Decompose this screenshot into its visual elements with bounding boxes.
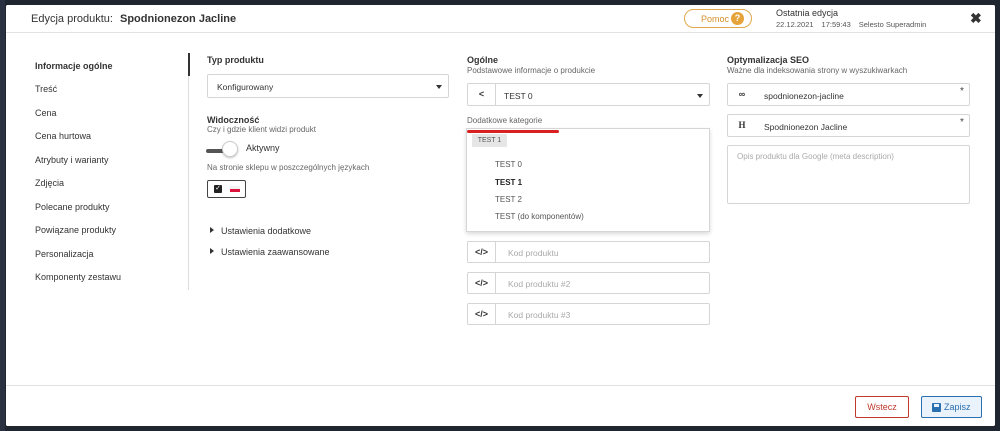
code-icon: </> [468,242,496,262]
last-edit-user: Selesto Superadmin [858,20,927,29]
category-option-selected[interactable]: TEST 1 [495,178,522,187]
last-edit-time: 17:59:43 [821,20,851,29]
seo-title-value: Spodnionezon Jacline [764,122,848,132]
save-button[interactable]: Zapisz [921,396,982,418]
selected-category-tag[interactable]: TEST 1 [472,134,507,147]
product-edit-modal: Edycja produktu: Spodnionezon Jacline Po… [6,5,995,426]
required-asterisk-icon: * [960,86,964,97]
meta-description-placeholder: Opis produktu dla Google (meta descripti… [737,152,894,161]
expand-arrow-icon [210,227,214,233]
link-icon: ∞ [738,89,746,99]
language-pl-toggle[interactable]: ✓ [207,180,246,198]
last-edit-details: 22.12.2021 17:59:43 Selesto Superadmin [776,20,934,29]
code-icon: </> [468,273,496,293]
product-code-3-placeholder: Kod produktu #3 [508,310,571,320]
sidebar-item-content[interactable]: Treść [35,84,57,94]
extra-categories-dropdown[interactable]: TEST 1 TEST 0 TEST 1 TEST 2 TEST (do kom… [466,128,710,232]
product-code-2-input[interactable]: </> Kod produktu #2 [467,272,710,294]
back-button[interactable]: Wstecz [855,396,909,418]
caret-down-icon [697,94,703,98]
sidebar-item-recommended[interactable]: Polecane produkty [35,202,110,212]
general-sub: Podstawowe informacje o produkcie [467,66,596,75]
seo-label: Optymalizacja SEO [727,55,810,65]
poland-flag-icon [230,186,240,192]
question-icon: ? [731,12,744,25]
page-title: Edycja produktu: Spodnionezon Jacline [31,13,236,25]
seo-slug-value: spodnionezon-jacline [764,91,844,101]
category-option[interactable]: TEST 2 [495,195,522,204]
modal-footer: Wstecz Zapisz [6,385,995,426]
product-type-label: Typ produktu [207,55,264,65]
close-icon[interactable]: ✖ [970,11,982,25]
backdrop [0,0,5,431]
sidebar-active-indicator [188,53,190,76]
save-icon [932,403,941,412]
heading-icon: H [738,120,746,130]
extra-categories-label: Dodatkowe kategorie [467,116,543,125]
caret-down-icon [436,85,442,89]
last-edit-info: Ostatnia edycja 22.12.2021 17:59:43 Selest… [776,8,934,29]
product-name: Spodnionezon Jacline [120,13,237,25]
meta-description-textarea[interactable]: Opis produktu dla Google (meta descripti… [727,145,970,204]
extra-settings-toggle[interactable]: Ustawienia dodatkowe [221,226,311,236]
active-toggle-label: Aktywny [246,143,280,153]
last-edit-date: 22.12.2021 [776,20,814,29]
sidebar-item-related[interactable]: Powiązane produkty [35,225,116,235]
title-prefix: Edycja produktu: [31,13,113,25]
sidebar-item-general[interactable]: Informacje ogólne [35,61,113,71]
code-icon: </> [468,304,496,324]
product-code-2-placeholder: Kod produktu #2 [508,279,571,289]
main-category-value: TEST 0 [504,91,533,101]
general-label: Ogólne [467,55,498,65]
save-label: Zapisz [944,402,971,412]
main-category-select[interactable]: < TEST 0 [467,83,710,106]
product-code-placeholder: Kod produktu [508,248,559,258]
category-option[interactable]: TEST (do komponentów) [495,212,584,221]
sidebar-item-attributes[interactable]: Atrybuty i warianty [35,155,109,165]
sidebar-item-price[interactable]: Cena [35,108,57,118]
last-edit-title: Ostatnia edycja [776,8,839,18]
sidebar-item-wholesale-price[interactable]: Cena hurtowa [35,131,91,141]
visibility-sub: Czy i gdzie klient widzi produkt [207,125,316,134]
sidebar-item-photos[interactable]: Zdjęcia [35,178,64,188]
sidebar-item-personalization[interactable]: Personalizacja [35,249,94,259]
required-asterisk-icon: * [960,117,964,128]
seo-slug-input[interactable]: ∞ spodnionezon-jacline * [727,83,970,106]
visibility-label: Widoczność [207,115,260,125]
sidebar-divider [188,53,189,290]
expand-arrow-icon [210,248,214,254]
sidebar-item-set-components[interactable]: Komponenty zestawu [35,272,121,282]
language-visibility-label: Na stronie sklepu w poszczególnych język… [207,163,370,172]
checkbox-checked-icon: ✓ [214,185,222,193]
share-icon: < [468,84,496,105]
seo-sub: Ważne dla indeksowania strony w wyszukiw… [727,66,908,75]
seo-title-input[interactable]: H Spodnionezon Jacline * [727,114,970,137]
highlight-underline [467,130,559,133]
help-button[interactable]: Pomoc ? [684,9,752,28]
product-code-input[interactable]: </> Kod produktu [467,241,710,263]
help-label: Pomoc [701,14,730,24]
product-code-3-input[interactable]: </> Kod produktu #3 [467,303,710,325]
modal-header: Edycja produktu: Spodnionezon Jacline Po… [6,5,995,33]
active-toggle[interactable] [222,141,238,157]
product-type-value: Konfigurowany [217,82,274,92]
category-option[interactable]: TEST 0 [495,160,522,169]
advanced-settings-toggle[interactable]: Ustawienia zaawansowane [221,247,330,257]
product-type-select[interactable]: Konfigurowany [207,74,449,98]
